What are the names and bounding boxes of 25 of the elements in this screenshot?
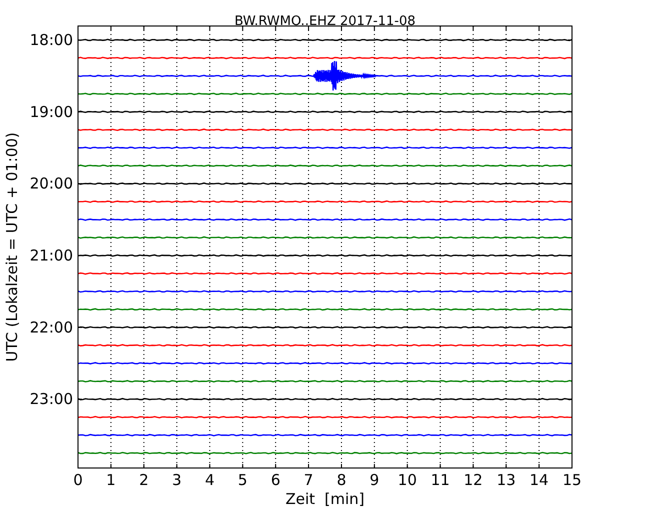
y-tick-label: 21:00	[30, 246, 73, 265]
y-tick-label: 22:00	[30, 318, 73, 336]
y-tick-label: 23:00	[30, 390, 73, 408]
x-tick-label: 6	[270, 471, 280, 489]
y-tick-label: 18:00	[30, 31, 73, 49]
x-tick-label: 8	[336, 471, 346, 489]
x-tick-label: 1	[106, 471, 116, 489]
y-tick-label: 19:00	[30, 102, 73, 121]
x-tick-label: 13	[496, 471, 516, 489]
y-axis-label: UTC (Lokalzeit = UTC + 01:00)	[3, 132, 21, 362]
x-tick-label: 12	[464, 471, 483, 489]
y-tick-label: 20:00	[30, 174, 73, 193]
x-tick-label: 11	[430, 471, 450, 489]
x-tick-label: 14	[530, 471, 549, 489]
x-tick-label: 4	[204, 471, 214, 489]
x-tick-label: 10	[398, 471, 417, 489]
x-tick-label: 5	[238, 471, 248, 489]
x-tick-label: 15	[562, 471, 582, 489]
chart-title: BW.RWMO..EHZ 2017-11-08	[234, 14, 416, 29]
x-tick-label: 0	[73, 471, 83, 489]
x-tick-label: 7	[304, 471, 314, 489]
x-tick-label: 2	[139, 471, 149, 489]
x-tick-label: 3	[172, 471, 182, 489]
x-tick-label: 9	[370, 471, 380, 489]
x-axis-label: Zeit [min]	[285, 490, 365, 508]
